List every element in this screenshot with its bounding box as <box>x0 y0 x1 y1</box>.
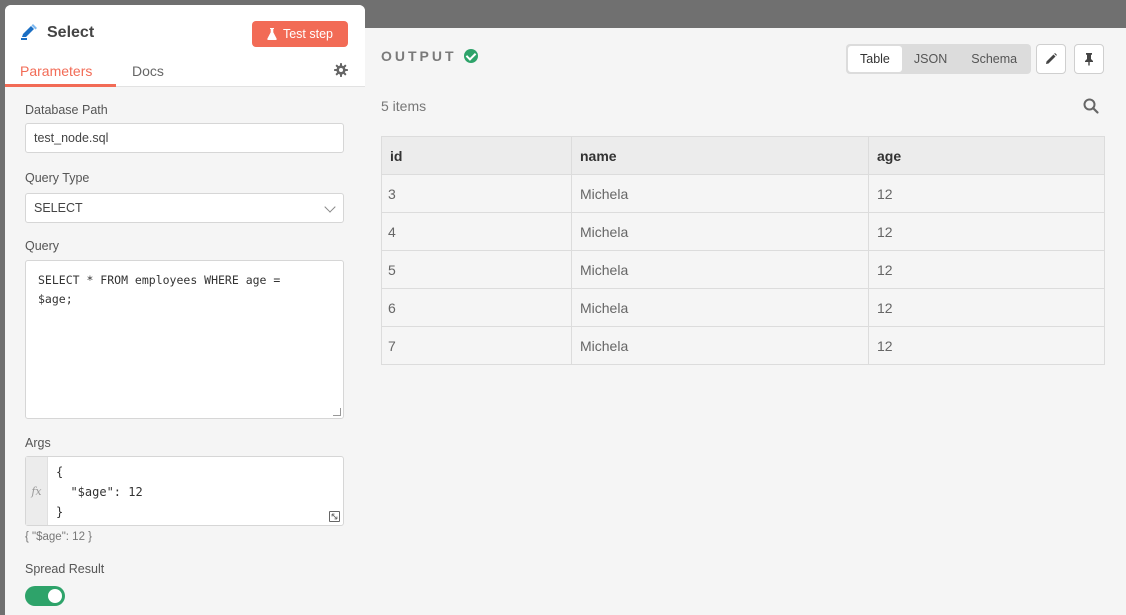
table-row: 6 Michela 12 <box>381 288 1105 327</box>
args-preview: { "$age": 12 } <box>25 531 93 543</box>
args-expression-editor[interactable]: fx { "$age": 12 } <box>25 456 344 526</box>
expand-icon[interactable] <box>329 511 340 522</box>
table-cell: 7 <box>381 326 572 365</box>
node-title: Select <box>47 24 95 41</box>
table-cell: 12 <box>868 326 1105 365</box>
table-row: 3 Michela 12 <box>381 174 1105 213</box>
table-cell: 12 <box>868 288 1105 327</box>
table-cell: Michela <box>571 288 869 327</box>
query-type-value: SELECT <box>34 201 83 215</box>
args-code: { "$age": 12 } <box>56 465 143 519</box>
database-node-icon <box>21 24 37 40</box>
output-table: id name age 3 Michela 12 4 Michela 12 5 Miche… <box>381 136 1105 365</box>
table-cell: 12 <box>868 250 1105 289</box>
view-toggle: Table JSON Schema <box>846 44 1032 74</box>
spread-result-toggle[interactable] <box>25 586 65 606</box>
view-table-button[interactable]: Table <box>848 46 902 72</box>
column-header-age[interactable]: age <box>868 136 1105 175</box>
table-cell: Michela <box>571 326 869 365</box>
spread-result-label: Spread Result <box>25 562 105 576</box>
output-header: OUTPUT <box>381 48 478 64</box>
table-header-row: id name age <box>381 136 1105 175</box>
pencil-icon <box>1046 53 1057 64</box>
table-cell: Michela <box>571 212 869 251</box>
args-label: Args <box>25 436 51 450</box>
table-cell: 6 <box>381 288 572 327</box>
table-row: 5 Michela 12 <box>381 250 1105 289</box>
table-cell: 5 <box>381 250 572 289</box>
table-cell: 12 <box>868 212 1105 251</box>
test-step-label: Test step <box>282 27 334 41</box>
table-row: 7 Michela 12 <box>381 326 1105 365</box>
table-cell: Michela <box>571 250 869 289</box>
success-check-icon <box>463 49 478 63</box>
query-text: SELECT * FROM employees WHERE age = $age… <box>38 273 281 306</box>
query-type-label: Query Type <box>25 171 90 185</box>
table-cell: 4 <box>381 212 572 251</box>
pin-output-button[interactable] <box>1074 44 1104 74</box>
resize-handle[interactable] <box>333 408 341 416</box>
database-path-input[interactable]: test_node.sql <box>25 123 344 153</box>
toggle-knob <box>48 589 62 603</box>
test-step-button[interactable]: Test step <box>252 21 348 47</box>
table-cell: Michela <box>571 174 869 213</box>
tab-docs[interactable]: Docs <box>132 63 164 79</box>
flask-icon <box>267 28 277 40</box>
database-path-label: Database Path <box>25 103 108 117</box>
items-count: 5 items <box>381 98 427 114</box>
table-row: 4 Michela 12 <box>381 212 1105 251</box>
view-json-button[interactable]: JSON <box>902 46 959 72</box>
output-title: OUTPUT <box>381 48 457 64</box>
active-tab-indicator <box>5 84 116 87</box>
edit-output-button[interactable] <box>1036 44 1066 74</box>
table-cell: 3 <box>381 174 572 213</box>
query-label: Query <box>25 239 60 253</box>
output-panel: OUTPUT Table JSON Schema 5 items id name… <box>355 28 1126 615</box>
chevron-down-icon <box>324 201 336 213</box>
query-textarea[interactable]: SELECT * FROM employees WHERE age = $age… <box>25 260 344 419</box>
column-header-name[interactable]: name <box>571 136 869 175</box>
node-header: Select Test step Parameters Docs <box>5 5 365 87</box>
table-cell: 12 <box>868 174 1105 213</box>
query-type-select[interactable]: SELECT <box>25 193 344 223</box>
column-header-id[interactable]: id <box>381 136 572 175</box>
search-icon[interactable] <box>1082 97 1100 115</box>
parameters-panel: Select Test step Parameters Docs Databas… <box>5 5 365 615</box>
view-schema-button[interactable]: Schema <box>959 46 1029 72</box>
pin-icon <box>1085 53 1093 66</box>
gear-icon[interactable] <box>334 63 348 77</box>
tab-parameters[interactable]: Parameters <box>20 63 92 79</box>
fx-icon: fx <box>26 457 48 525</box>
